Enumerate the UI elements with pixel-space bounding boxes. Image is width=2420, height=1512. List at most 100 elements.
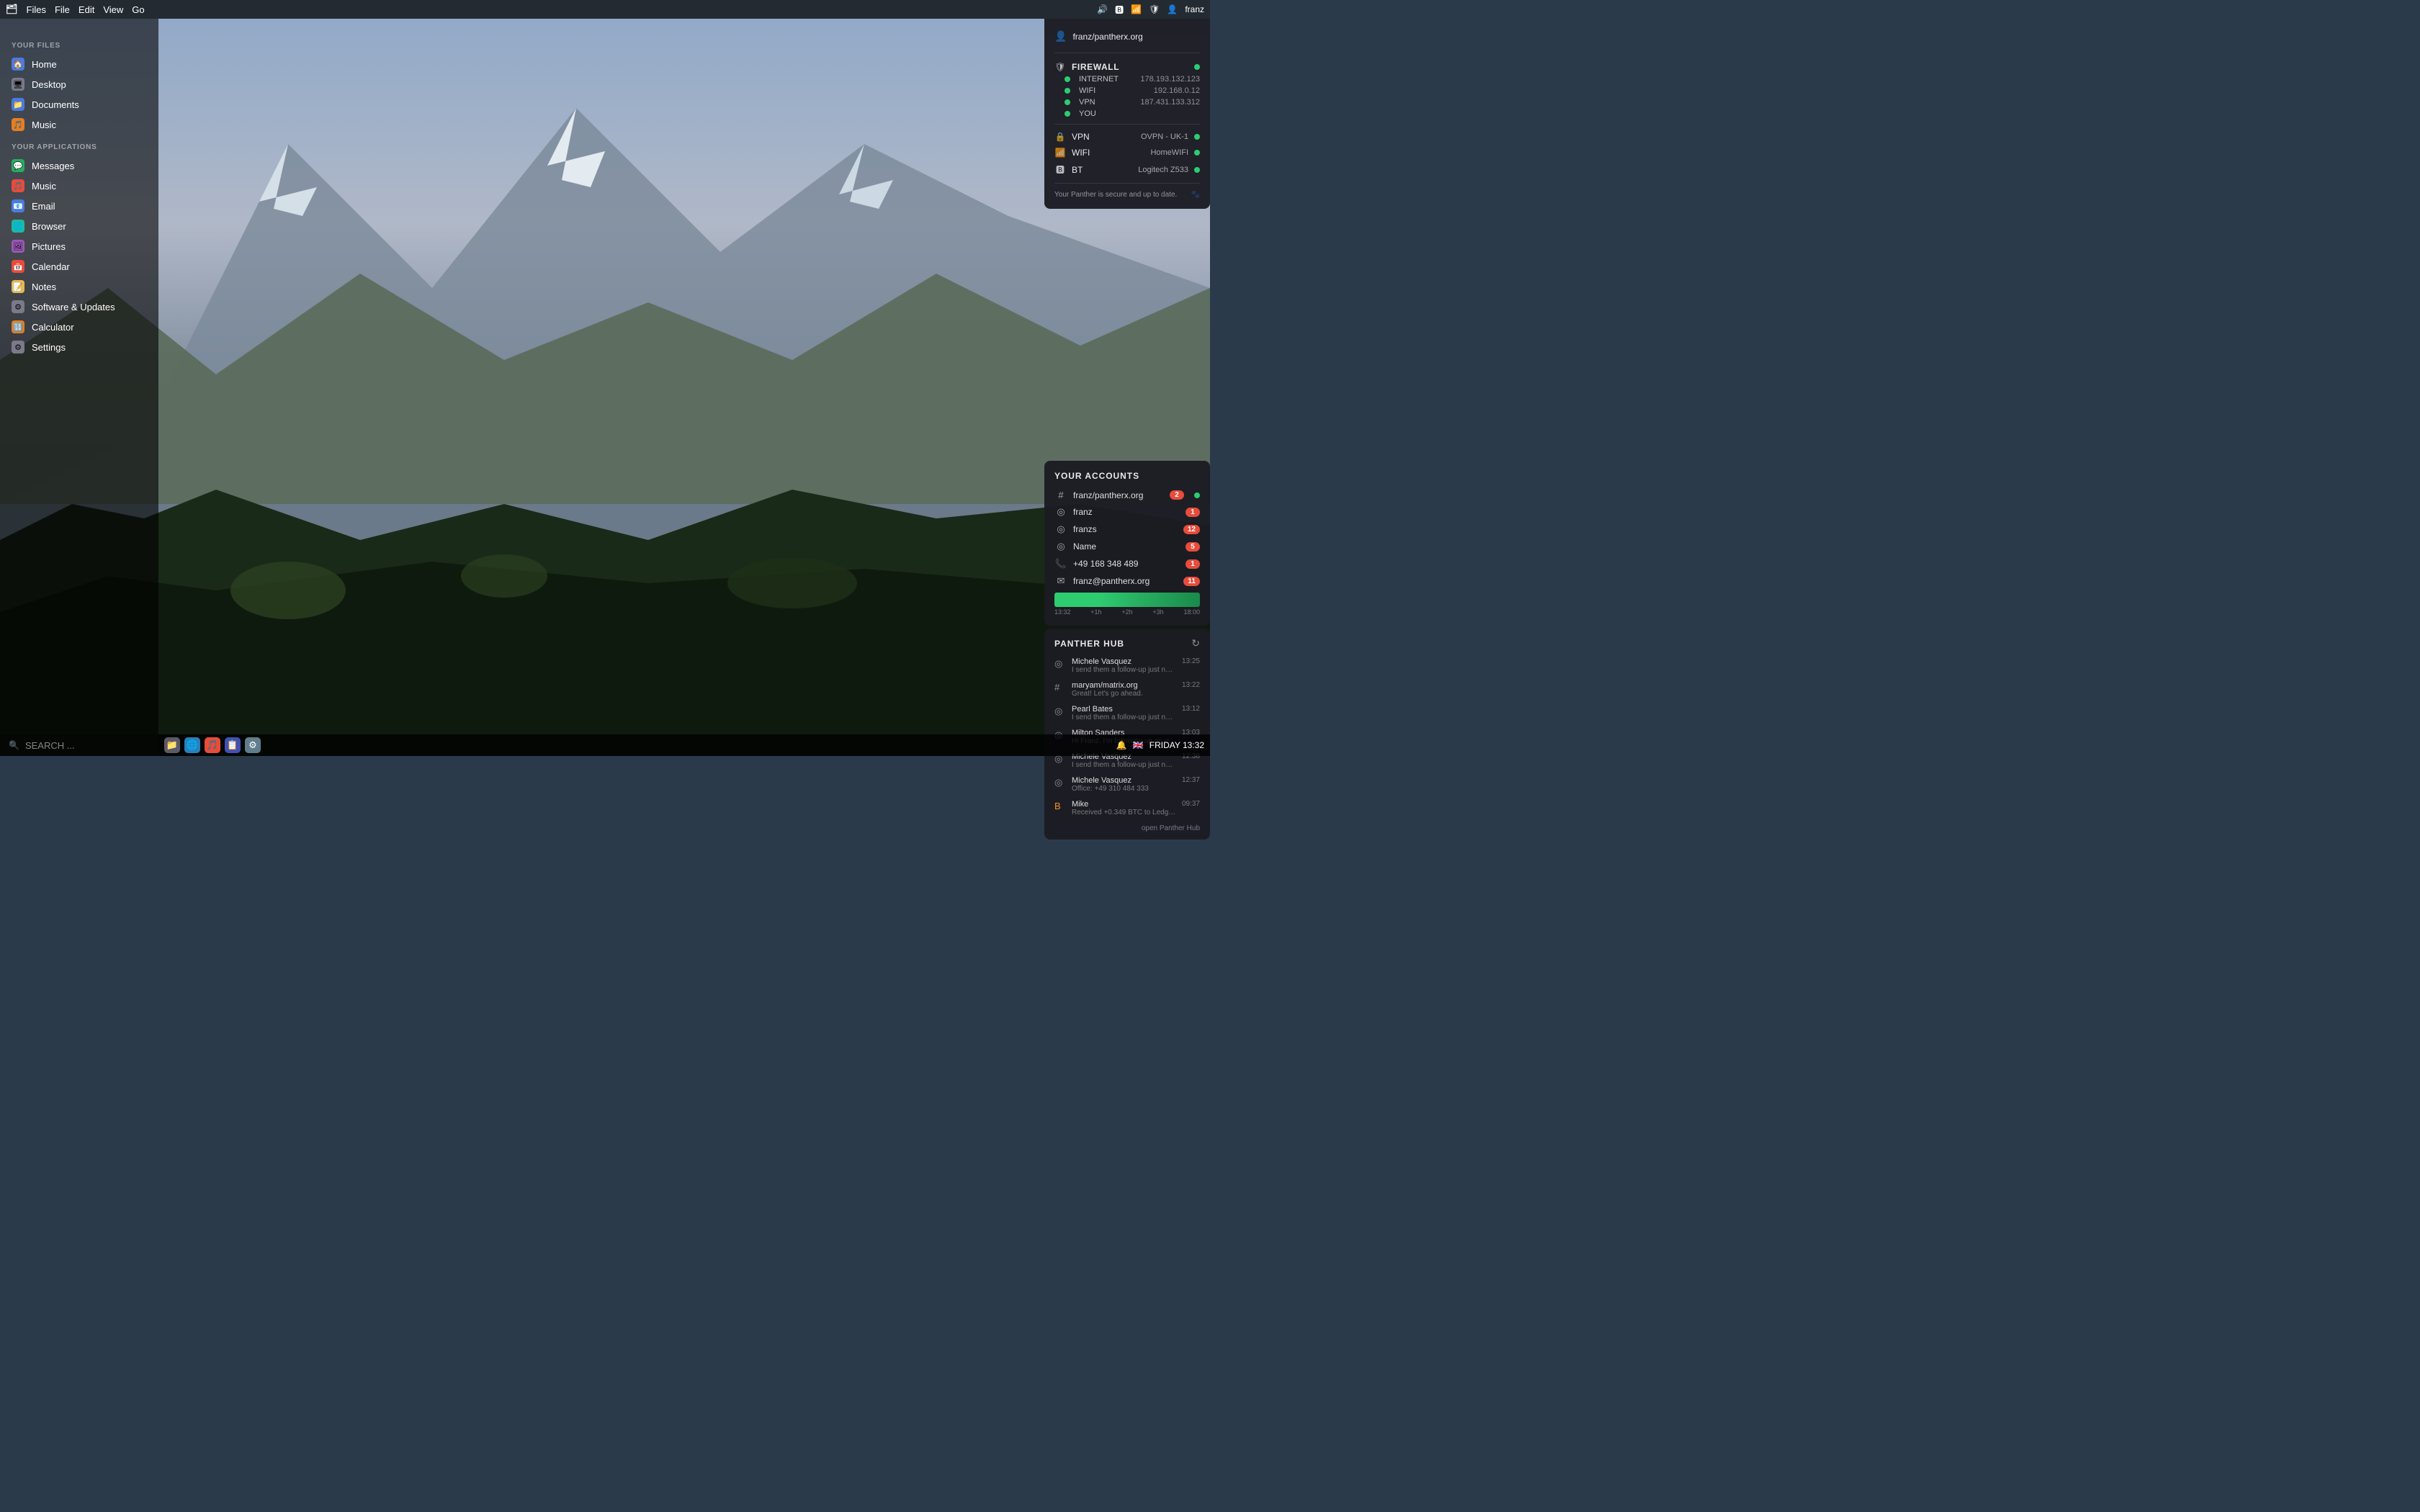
hub-msg-preview-1: I send them a follow-up just now, let se… (1072, 666, 1176, 674)
hub-refresh-icon[interactable]: ↻ (1191, 637, 1200, 649)
volume-icon[interactable]: 🔊 (1097, 4, 1108, 14)
notes-icon: 📝 (12, 280, 24, 293)
left-sidebar: YOUR FILES 🏠 Home 🖥 Desktop 📁 Documents … (0, 19, 158, 734)
sidebar-item-documents[interactable]: 📁 Documents (0, 94, 158, 114)
hub-msg-time-3: 13:12 (1182, 705, 1200, 721)
taskbar-browser-icon[interactable]: 🌐 (184, 737, 200, 753)
desktop-icon: 🖥 (12, 78, 24, 91)
taskbar-files-icon[interactable]: 📁 (164, 737, 180, 753)
hub-msg-icon-7: B (1054, 800, 1066, 816)
search-icon: 🔍 (9, 740, 19, 750)
sidebar-item-music-app[interactable]: 🎵 Music (0, 176, 158, 196)
account-row-email[interactable]: ✉ franz@pantherx.org 11 (1044, 572, 1210, 590)
phone-account-icon: 📞 (1054, 558, 1067, 570)
shield-icon[interactable]: 🛡 (1149, 4, 1160, 14)
account-badge-email: 11 (1183, 577, 1200, 586)
hub-msg-icon-2: # (1054, 681, 1066, 698)
hub-message-2[interactable]: # maryam/matrix.org Great! Let's go ahea… (1044, 678, 1210, 701)
menubar-item-file[interactable]: File (55, 4, 70, 15)
wifi-conn-value: 192.168.0.12 (1154, 86, 1200, 95)
sidebar-item-music-files[interactable]: 🎵 Music (0, 114, 158, 135)
taskbar-right: 🔔 🇬🇧 FRIDAY 13:32 (1116, 740, 1204, 750)
network-panel: 👤 franz/pantherx.org 🛡 FIREWALL INTERNET… (1044, 19, 1210, 209)
hub-message-7[interactable]: B Mike Received +0.349 BTC to Ledger Nan… (1044, 796, 1210, 820)
documents-icon: 📁 (12, 98, 24, 111)
menubar-item-files[interactable]: Files (27, 4, 46, 15)
sidebar-item-desktop[interactable]: 🖥 Desktop (0, 74, 158, 94)
user-account-icon: 👤 (1054, 30, 1067, 42)
files-section-title: YOUR FILES (0, 33, 158, 54)
hub-msg-icon-6: ◎ (1054, 776, 1066, 793)
hub-msg-preview-7: Received +0.349 BTC to Ledger Nano (1072, 809, 1176, 816)
you-row: YOU (1044, 108, 1210, 120)
hub-message-3[interactable]: ◎ Pearl Bates I send them a follow-up ju… (1044, 701, 1210, 725)
account-row-franz[interactable]: ◎ franz 1 (1044, 503, 1210, 521)
sidebar-item-calculator[interactable]: 🔢 Calculator (0, 317, 158, 337)
menubar-item-view[interactable]: View (103, 4, 123, 15)
hub-msg-content-6: Michele Vasquez Office: +49 310 484 333 (1072, 776, 1176, 793)
music-folder-icon: 🎵 (12, 118, 24, 131)
hub-msg-icon-1: ◎ (1054, 657, 1066, 674)
sidebar-item-pictures[interactable]: 🖼 Pictures (0, 236, 158, 256)
sidebar-item-music-app-label: Music (32, 181, 56, 192)
sidebar-item-calendar[interactable]: 📅 Calendar (0, 256, 158, 276)
account-row-phone[interactable]: 📞 +49 168 348 489 1 (1044, 555, 1210, 572)
calculator-icon: 🔢 (12, 320, 24, 333)
right-panels: 👤 franz/pantherx.org 🛡 FIREWALL INTERNET… (1044, 19, 1210, 840)
menubar-item-edit[interactable]: Edit (79, 4, 94, 15)
taskbar-music-icon[interactable]: 🎵 (205, 737, 220, 753)
home-icon: 🏠 (12, 58, 24, 71)
account-row-franzs[interactable]: ◎ franzs 12 (1044, 521, 1210, 538)
account-row-matrix[interactable]: # franz/pantherx.org 2 (1044, 487, 1210, 503)
account-badge-phone: 1 (1186, 559, 1200, 569)
hub-message-1[interactable]: ◎ Michele Vasquez I send them a follow-u… (1044, 654, 1210, 678)
wifi-panel-value: HomeWIFI (1150, 148, 1188, 157)
internet-dot (1065, 76, 1070, 82)
account-name-franzs: franzs (1073, 524, 1178, 534)
sidebar-item-browser-label: Browser (32, 221, 66, 232)
element-icon-1: ◎ (1054, 506, 1067, 518)
flag-icon: 🇬🇧 (1133, 740, 1144, 750)
sidebar-item-software-updates-label: Software & Updates (32, 302, 115, 312)
sidebar-item-home-label: Home (32, 59, 57, 70)
music-app-icon: 🎵 (12, 179, 24, 192)
open-panther-hub-link[interactable]: open Panther Hub (1142, 824, 1200, 832)
sidebar-item-browser[interactable]: 🌐 Browser (0, 216, 158, 236)
divider-2 (1054, 124, 1200, 125)
wifi-conn-dot (1065, 88, 1070, 94)
sidebar-item-settings[interactable]: ⚙ Settings (0, 337, 158, 357)
accounts-panel: YOUR ACCOUNTS # franz/pantherx.org 2 ◎ f… (1044, 461, 1210, 626)
menubar-left: 🗂 Files File Edit View Go (6, 4, 1094, 15)
bluetooth-icon[interactable]: 🅱 (1115, 4, 1124, 16)
menubar-username: franz (1185, 4, 1204, 14)
taskbar-notes-icon[interactable]: 📋 (225, 737, 241, 753)
hub-msg-sender-1: Michele Vasquez (1072, 657, 1176, 666)
account-badge-franz: 1 (1186, 508, 1200, 517)
account-row-name[interactable]: ◎ Name 5 (1044, 538, 1210, 555)
search-bar: 🔍 (0, 734, 158, 756)
wifi-icon[interactable]: 📶 (1131, 4, 1142, 14)
messages-icon: 💬 (12, 159, 24, 172)
hub-message-6[interactable]: ◎ Michele Vasquez Office: +49 310 484 33… (1044, 773, 1210, 796)
search-input[interactable] (25, 740, 150, 751)
sidebar-item-software-updates[interactable]: ⚙ Software & Updates (0, 297, 158, 317)
accounts-title: YOUR ACCOUNTS (1054, 471, 1200, 481)
user-icon[interactable]: 👤 (1167, 4, 1178, 14)
sidebar-item-email-label: Email (32, 201, 55, 212)
menubar-item-go[interactable]: Go (132, 4, 144, 15)
taskbar-time: FRIDAY 13:32 (1150, 740, 1204, 750)
sidebar-item-desktop-label: Desktop (32, 79, 66, 90)
vpn-conn-label: VPN (1079, 98, 1134, 107)
sidebar-item-messages[interactable]: 💬 Messages (0, 156, 158, 176)
taskbar-settings-icon[interactable]: ⚙ (245, 737, 261, 753)
hub-msg-time-7: 09:37 (1182, 800, 1200, 816)
matrix-icon: # (1054, 490, 1067, 500)
notification-icon: 🔔 (1116, 740, 1127, 750)
element-icon-2: ◎ (1054, 523, 1067, 535)
hub-msg-content-2: maryam/matrix.org Great! Let's go ahead. (1072, 681, 1176, 698)
sidebar-item-home[interactable]: 🏠 Home (0, 54, 158, 74)
browser-icon: 🌐 (12, 220, 24, 233)
sidebar-item-notes[interactable]: 📝 Notes (0, 276, 158, 297)
hub-header: PANTHER HUB ↻ (1044, 634, 1210, 654)
sidebar-item-email[interactable]: 📧 Email (0, 196, 158, 216)
